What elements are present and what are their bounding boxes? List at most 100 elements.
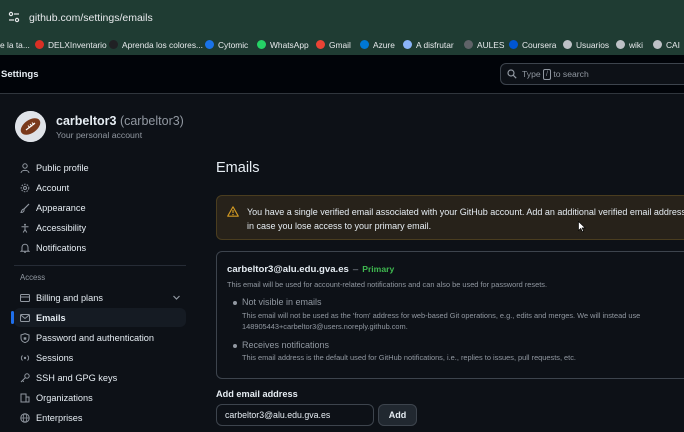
sidebar-item-label: Accessibility: [36, 222, 87, 233]
primary-badge: Primary: [362, 264, 395, 274]
sidebar-divider: [14, 265, 186, 266]
email-card: carbeltor3@alu.edu.gva.es – Primary This e…: [216, 251, 684, 379]
site-settings-icon[interactable]: [8, 11, 20, 23]
bookmark-9[interactable]: Coursera: [509, 34, 556, 55]
sidebar-item-label: Enterprises: [36, 412, 83, 423]
sidebar-item-label: Organizations: [36, 392, 93, 403]
sidebar-item-sessions[interactable]: Sessions: [14, 348, 186, 367]
profile-display-name: carbeltor3: [56, 114, 117, 128]
sidebar-item-label: Account: [36, 182, 70, 193]
bookmark-1[interactable]: DELXInventario: [35, 34, 107, 55]
warning-banner: You have a single verified email associa…: [216, 195, 684, 240]
bookmark-8[interactable]: AULES: [464, 34, 504, 55]
bookmark-12[interactable]: CAI: [653, 34, 680, 55]
sidebar-item-public-profile[interactable]: Public profile: [14, 158, 186, 177]
gear-icon: [20, 183, 30, 192]
chevron-down-icon[interactable]: [172, 293, 181, 302]
sidebar-item-label: Billing and plans: [36, 292, 103, 303]
bookmark-11[interactable]: wiki: [616, 34, 643, 55]
noreply-address: 148905443+carbeltor3@users.noreply.githu…: [242, 322, 408, 331]
sidebar-item-emails[interactable]: Emails: [11, 308, 186, 327]
sidebar-item-appearance[interactable]: Appearance: [14, 198, 186, 217]
warning-message: You have a single verified email associa…: [247, 207, 684, 231]
azure-icon: [360, 40, 369, 49]
bullet-dot: [233, 344, 237, 348]
shield-lock-icon: [20, 332, 30, 343]
bookmark-label: A disfrutar: [416, 39, 454, 50]
sidebar-item-notifications[interactable]: Notifications: [14, 238, 186, 257]
bell-icon: [20, 243, 30, 253]
bookmark-label: Aprenda los colores...: [122, 39, 204, 50]
search-input[interactable]: Type / to search: [500, 63, 684, 85]
add-email-button[interactable]: Add: [378, 404, 417, 426]
bookmark-10[interactable]: Usuarios: [563, 34, 609, 55]
globe-icon: [563, 40, 572, 49]
sidebar-section-access: Access: [20, 273, 46, 282]
globe-icon: [616, 40, 625, 49]
ia-icon: [109, 40, 118, 49]
alert-icon: [227, 206, 239, 217]
sidebar-item-label: Notifications: [36, 242, 87, 253]
sidebar-item-label: Public profile: [36, 162, 89, 173]
bookmark-label: e la ta...: [0, 39, 30, 50]
add-email-input[interactable]: [216, 404, 374, 426]
mouse-cursor-icon: [578, 221, 586, 233]
profile-subtitle[interactable]: Your personal account: [56, 130, 142, 140]
paintbrush-icon: [20, 203, 30, 213]
notifications-desc: This email address is the default used f…: [242, 353, 576, 362]
bookmark-7[interactable]: A disfrutar: [403, 34, 454, 55]
search-placeholder: Type / to search: [522, 69, 589, 81]
sidebar-item-accessibility[interactable]: Accessibility: [14, 218, 186, 237]
bookmark-label: Coursera: [522, 39, 557, 50]
profile-name: carbeltor3 (carbeltor3): [56, 114, 184, 128]
page-title: Emails: [216, 160, 260, 176]
bookmark-label: wiki: [629, 39, 643, 50]
sidebar-item-enterprises[interactable]: Enterprises: [14, 408, 186, 427]
bookmark-label: CAI: [666, 39, 680, 50]
aules-icon: [464, 40, 473, 49]
bookmark-label: AULES: [477, 39, 505, 50]
bookmark-label: WhatsApp: [270, 39, 309, 50]
person-icon: [20, 162, 30, 173]
search-icon: [507, 69, 517, 79]
search-shortcut-key: /: [543, 69, 551, 81]
bookmark-0[interactable]: e la ta...: [0, 34, 30, 55]
globe-icon: [20, 412, 30, 423]
sidebar-item-ssh-and-gpg-keys[interactable]: SSH and GPG keys: [14, 368, 186, 387]
avatar[interactable]: [15, 111, 46, 142]
add-email-label: Add email address: [216, 389, 298, 399]
bookmark-6[interactable]: Azure: [360, 34, 395, 55]
bookmark-2[interactable]: Aprenda los colores...: [109, 34, 203, 55]
sidebar-item-password-and-authentication[interactable]: Password and authentication: [14, 328, 186, 347]
email-description: This email will be used for account-rela…: [227, 280, 548, 289]
bookmark-4[interactable]: WhatsApp: [257, 34, 309, 55]
bookmark-5[interactable]: Gmail: [316, 34, 351, 55]
accessibility-icon: [21, 223, 29, 233]
sidebar-item-label: Sessions: [36, 352, 74, 363]
browser-address-bar[interactable]: github.com/settings/emails: [0, 0, 684, 34]
bookmark-3[interactable]: Cytomic: [205, 34, 248, 55]
bookmarks-bar: e la ta... DELXInventario Aprenda los colo…: [0, 34, 684, 56]
delx-icon: [35, 40, 44, 49]
page-context-title[interactable]: Settings: [1, 69, 38, 80]
url-text[interactable]: github.com/settings/emails: [29, 12, 153, 24]
bullet-dot: [233, 301, 237, 305]
cytomic-icon: [205, 40, 214, 49]
credit-card-icon: [20, 293, 30, 302]
bookmark-label: Usuarios: [576, 39, 610, 50]
link-icon: [403, 40, 412, 49]
organization-icon: [20, 393, 30, 402]
email-address: carbeltor3@alu.edu.gva.es: [227, 264, 349, 275]
broadcast-icon: [20, 354, 30, 361]
sidebar-item-account[interactable]: Account: [14, 178, 186, 197]
whatsapp-icon: [257, 40, 266, 49]
notifications-title: Receives notifications: [242, 340, 330, 350]
sidebar-item-organizations[interactable]: Organizations: [14, 388, 186, 407]
visibility-desc: This email will not be used as the 'from…: [242, 311, 641, 320]
search-placeholder-prefix: Type: [522, 69, 541, 79]
football-avatar-icon: [15, 111, 46, 142]
sidebar-item-billing-and-plans[interactable]: Billing and plans: [14, 288, 186, 307]
email-header: carbeltor3@alu.edu.gva.es – Primary: [227, 264, 394, 275]
sidebar-item-label: Emails: [36, 312, 66, 323]
bookmark-label: Azure: [373, 39, 395, 50]
